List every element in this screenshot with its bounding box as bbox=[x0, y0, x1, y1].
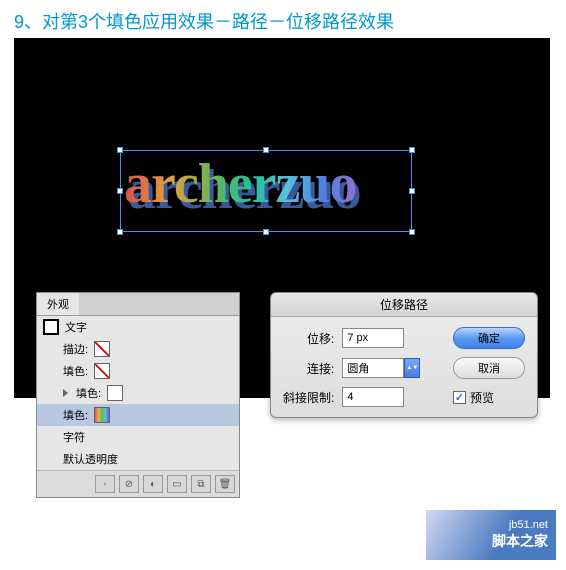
tab-appearance[interactable]: 外观 bbox=[37, 293, 79, 315]
text-swatch-icon bbox=[43, 319, 59, 335]
select-arrows-icon[interactable]: ▲▼ bbox=[404, 358, 420, 378]
appearance-panel[interactable]: 外观 文字 描边: 填色: 填色: 填色: 字符 默认透明度 bbox=[36, 292, 240, 498]
none-swatch-icon[interactable] bbox=[94, 341, 110, 357]
resize-handle[interactable] bbox=[263, 229, 269, 235]
appearance-row-fill[interactable]: 填色: bbox=[37, 360, 239, 382]
watermark-name: 脚本之家 bbox=[492, 531, 548, 551]
watermark: jb51.net 脚本之家 bbox=[426, 510, 556, 560]
appearance-row-fill[interactable]: 填色: bbox=[37, 382, 239, 404]
white-swatch-icon[interactable] bbox=[107, 385, 123, 401]
resize-handle[interactable] bbox=[117, 188, 123, 194]
appearance-row-text[interactable]: 文字 bbox=[37, 316, 239, 338]
none-swatch-icon[interactable] bbox=[94, 363, 110, 379]
appearance-row-stroke[interactable]: 描边: bbox=[37, 338, 239, 360]
miter-label: 斜接限制: bbox=[283, 389, 334, 406]
resize-handle[interactable] bbox=[409, 229, 415, 235]
step-instruction: 9、对第3个填色应用效果－路径－位移路径效果 bbox=[0, 0, 566, 42]
rainbow-swatch-icon[interactable] bbox=[94, 407, 110, 423]
appearance-row-fill-selected[interactable]: 填色: bbox=[37, 404, 239, 426]
resize-handle[interactable] bbox=[263, 147, 269, 153]
new-stroke-icon[interactable]: ⊘ bbox=[119, 475, 139, 493]
clear-icon[interactable]: ▭ bbox=[167, 475, 187, 493]
selection-bounding-box[interactable]: archerzuo archerzuo archerzuo bbox=[120, 150, 412, 232]
panel-tabs: 外观 bbox=[37, 293, 239, 316]
row-label: 描边: bbox=[63, 341, 88, 357]
resize-handle[interactable] bbox=[117, 147, 123, 153]
resize-handle[interactable] bbox=[409, 147, 415, 153]
disclosure-triangle-icon[interactable] bbox=[63, 389, 68, 397]
resize-handle[interactable] bbox=[409, 188, 415, 194]
watermark-url: jb51.net bbox=[509, 519, 548, 531]
row-label: 填色: bbox=[63, 363, 88, 379]
row-label: 默认透明度 bbox=[63, 451, 118, 467]
offset-path-dialog[interactable]: 位移路径 位移: 确定 连接: 圆角 ▲▼ 取消 斜接限制: 预览 bbox=[270, 292, 538, 418]
trash-icon[interactable]: 🗑 bbox=[215, 475, 235, 493]
cancel-button[interactable]: 取消 bbox=[453, 357, 525, 379]
row-label: 填色: bbox=[63, 407, 88, 423]
offset-label: 位移: bbox=[283, 330, 334, 347]
preview-label: 预览 bbox=[470, 389, 494, 406]
resize-handle[interactable] bbox=[117, 229, 123, 235]
offset-input[interactable] bbox=[342, 328, 404, 348]
preview-checkbox[interactable] bbox=[453, 391, 466, 404]
miter-input[interactable] bbox=[342, 387, 404, 407]
row-label: 字符 bbox=[63, 429, 85, 445]
join-label: 连接: bbox=[283, 360, 334, 377]
join-select[interactable]: 圆角 bbox=[342, 358, 404, 378]
ok-button[interactable]: 确定 bbox=[453, 327, 525, 349]
panel-footer: ◦ ⊘ ◐ ▭ ⧉ 🗑 bbox=[37, 470, 239, 497]
dialog-title: 位移路径 bbox=[271, 293, 537, 317]
fx-icon[interactable]: ◐ bbox=[143, 475, 163, 493]
row-label: 填色: bbox=[76, 385, 101, 401]
row-label: 文字 bbox=[65, 319, 87, 335]
duplicate-icon[interactable]: ⧉ bbox=[191, 475, 211, 493]
appearance-row-transparency[interactable]: 默认透明度 bbox=[37, 448, 239, 470]
appearance-row-character[interactable]: 字符 bbox=[37, 426, 239, 448]
new-fill-icon[interactable]: ◦ bbox=[95, 475, 115, 493]
